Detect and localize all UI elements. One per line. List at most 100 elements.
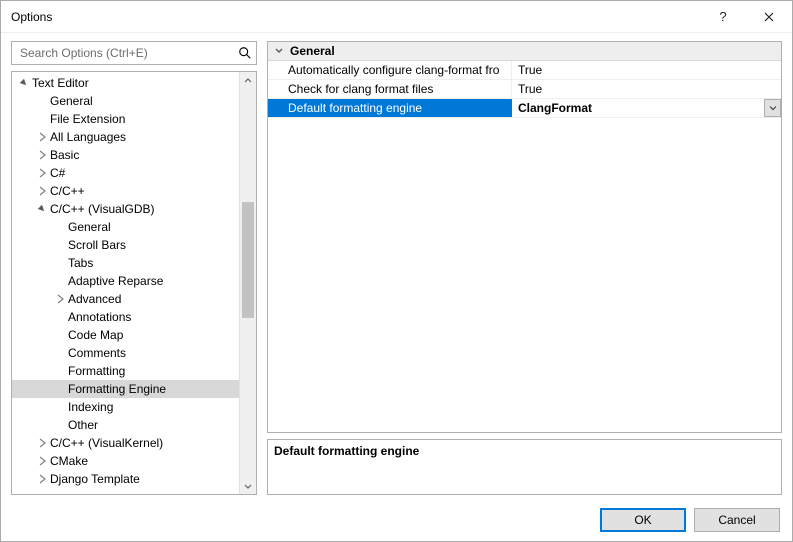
tree-item[interactable]: C/C++ (VisualGDB) (12, 200, 239, 218)
tree-item[interactable]: General (12, 92, 239, 110)
tree-item[interactable]: Comments (12, 344, 239, 362)
tree-item[interactable]: Annotations (12, 308, 239, 326)
tree-item-label: Code Map (68, 328, 123, 342)
property-group-header[interactable]: General (268, 42, 781, 61)
tree-item-label: Comments (68, 346, 126, 360)
search-icon (238, 46, 252, 60)
cancel-button[interactable]: Cancel (694, 508, 780, 532)
tree-item[interactable]: CMake (12, 452, 239, 470)
tree-item[interactable]: General (12, 218, 239, 236)
tree-item-label: C/C++ (VisualGDB) (50, 202, 154, 216)
scroll-up-arrow[interactable] (240, 72, 256, 89)
help-button[interactable]: ? (700, 1, 746, 33)
tree-item-label: CMake (50, 454, 88, 468)
tree-item-label: Basic (50, 148, 79, 162)
tree-item-label: Other (68, 418, 98, 432)
description-title: Default formatting engine (274, 444, 775, 458)
tree-item[interactable]: Advanced (12, 290, 239, 308)
tree-collapse-icon[interactable] (18, 77, 30, 89)
search-input[interactable] (18, 45, 238, 61)
tree-item-label: Django Template (50, 472, 140, 486)
tree-item-label: Scroll Bars (68, 238, 126, 252)
tree-expand-icon[interactable] (54, 293, 66, 305)
tree-expand-icon[interactable] (36, 167, 48, 179)
chevron-down-icon (274, 46, 284, 56)
tree-item[interactable]: All Languages (12, 128, 239, 146)
tree-item[interactable]: Django Template (12, 470, 239, 488)
navigation-tree[interactable]: Text Editor General File Extension All Lang… (12, 72, 239, 494)
tree-item-label: Formatting Engine (68, 382, 166, 396)
property-dropdown-button[interactable] (764, 99, 781, 117)
property-value[interactable]: True (512, 80, 781, 98)
search-box[interactable] (11, 41, 257, 65)
tree-expand-icon[interactable] (36, 437, 48, 449)
property-value[interactable]: ClangFormat (512, 99, 781, 117)
property-row[interactable]: Automatically configure clang-format fro… (268, 61, 781, 80)
tree-toggle-spacer (36, 113, 48, 125)
titlebar: Options ? (1, 1, 792, 33)
tree-toggle-spacer (54, 365, 66, 377)
tree-item[interactable]: C/C++ (12, 182, 239, 200)
tree-item[interactable]: C/C++ (VisualKernel) (12, 434, 239, 452)
tree-item-label: C# (50, 166, 65, 180)
tree-expand-icon[interactable] (36, 131, 48, 143)
tree-item[interactable]: Indexing (12, 398, 239, 416)
tree-toggle-spacer (54, 257, 66, 269)
tree-item-label: File Extension (50, 112, 125, 126)
property-row[interactable]: Default formatting engine ClangFormat (268, 99, 781, 118)
close-button[interactable] (746, 1, 792, 33)
tree-item-label: Tabs (68, 256, 93, 270)
tree-toggle-spacer (54, 347, 66, 359)
group-expander[interactable] (272, 44, 286, 58)
tree-item[interactable]: Code Map (12, 326, 239, 344)
tree-item[interactable]: Other (12, 416, 239, 434)
tree-item-label: Annotations (68, 310, 131, 324)
tree-item-label: General (68, 220, 111, 234)
close-icon (764, 12, 774, 22)
window-title: Options (11, 10, 700, 24)
left-column: Text Editor General File Extension All Lang… (11, 41, 257, 495)
tree-toggle-spacer (54, 275, 66, 287)
tree-item[interactable]: Basic (12, 146, 239, 164)
right-column: General Automatically configure clang-fo… (267, 41, 782, 495)
property-name: Default formatting engine (268, 99, 512, 117)
tree-item[interactable]: Adaptive Reparse (12, 272, 239, 290)
tree-toggle-spacer (54, 383, 66, 395)
tree-item[interactable]: Formatting (12, 362, 239, 380)
tree-expand-icon[interactable] (36, 455, 48, 467)
tree-item[interactable]: Tabs (12, 254, 239, 272)
scroll-down-arrow[interactable] (240, 477, 256, 494)
tree-item[interactable]: C# (12, 164, 239, 182)
dialog-body: Text Editor General File Extension All Lang… (1, 33, 792, 499)
tree-item-label: Indexing (68, 400, 113, 414)
tree-item-label: Formatting (68, 364, 125, 378)
property-value-text: ClangFormat (518, 101, 592, 115)
tree-expand-icon[interactable] (36, 473, 48, 485)
tree-scrollbar[interactable] (239, 72, 256, 494)
property-grid: General Automatically configure clang-fo… (267, 41, 782, 433)
property-value-text: True (518, 82, 542, 96)
tree-collapse-icon[interactable] (36, 203, 48, 215)
tree-item[interactable]: Formatting Engine (12, 380, 239, 398)
tree-item[interactable]: Scroll Bars (12, 236, 239, 254)
property-name: Check for clang format files (268, 80, 512, 98)
ok-button[interactable]: OK (600, 508, 686, 532)
property-value[interactable]: True (512, 61, 781, 79)
scroll-track[interactable] (240, 89, 256, 477)
tree-item-label: All Languages (50, 130, 126, 144)
navigation-tree-container: Text Editor General File Extension All Lang… (11, 71, 257, 495)
scroll-thumb[interactable] (242, 202, 254, 318)
property-value-text: True (518, 63, 542, 77)
tree-toggle-spacer (54, 311, 66, 323)
tree-item-label: Text Editor (32, 76, 89, 90)
tree-item[interactable]: File Extension (12, 110, 239, 128)
tree-expand-icon[interactable] (36, 149, 48, 161)
property-rows: Automatically configure clang-format fro… (268, 61, 781, 118)
tree-expand-icon[interactable] (36, 185, 48, 197)
tree-toggle-spacer (36, 95, 48, 107)
property-row[interactable]: Check for clang format files True (268, 80, 781, 99)
tree-item[interactable]: Text Editor (12, 74, 239, 92)
tree-toggle-spacer (54, 419, 66, 431)
property-grid-blank (268, 118, 781, 432)
tree-toggle-spacer (54, 221, 66, 233)
